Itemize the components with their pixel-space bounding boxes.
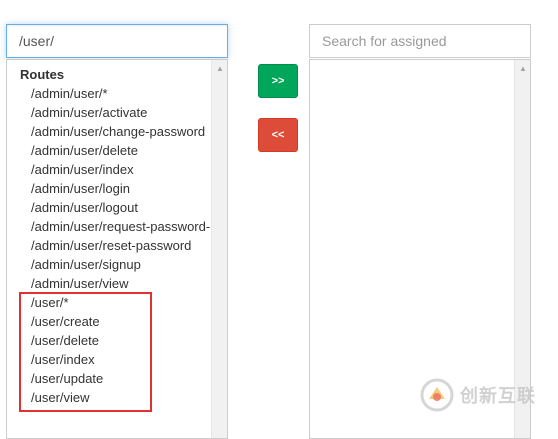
route-option[interactable]: /admin/user/request-password-reset [31,219,212,234]
route-option[interactable]: /admin/user/activate [31,105,147,120]
route-option[interactable]: /user/view [31,390,90,405]
available-routes-list[interactable]: Routes /admin/user/* /admin/user/activat… [6,59,228,439]
available-scrollbar[interactable]: ▲ [211,60,227,438]
route-option[interactable]: /user/update [31,371,103,386]
route-option[interactable]: /admin/user/reset-password [31,238,191,253]
remove-button[interactable]: << [258,118,298,152]
route-option[interactable]: /user/create [31,314,100,329]
route-option[interactable]: /user/delete [31,333,99,348]
route-option[interactable]: /admin/user/change-password [31,124,205,139]
brand-logo-icon [420,378,454,412]
watermark: 创新互联 [420,378,536,412]
available-search-input[interactable] [6,24,228,58]
watermark-text: 创新互联 [460,386,536,406]
route-option[interactable]: /admin/user/signup [31,257,141,272]
available-routes-viewport: Routes /admin/user/* /admin/user/activat… [7,60,212,438]
routes-group-label: Routes [20,67,65,82]
route-option[interactable]: /admin/user/index [31,162,134,177]
assigned-search-input[interactable] [309,24,531,58]
route-option[interactable]: /admin/user/view [31,276,129,291]
route-option[interactable]: /user/* [31,295,69,310]
route-option[interactable]: /admin/user/delete [31,143,138,158]
scroll-up-arrow-icon[interactable]: ▲ [212,60,228,76]
route-option[interactable]: /admin/user/login [31,181,130,196]
assign-button[interactable]: >> [258,64,298,98]
route-option[interactable]: /user/index [31,352,95,367]
route-option[interactable]: /admin/user/* [31,86,108,101]
route-option[interactable]: /admin/user/logout [31,200,138,215]
scroll-up-arrow-icon[interactable]: ▲ [515,60,531,76]
